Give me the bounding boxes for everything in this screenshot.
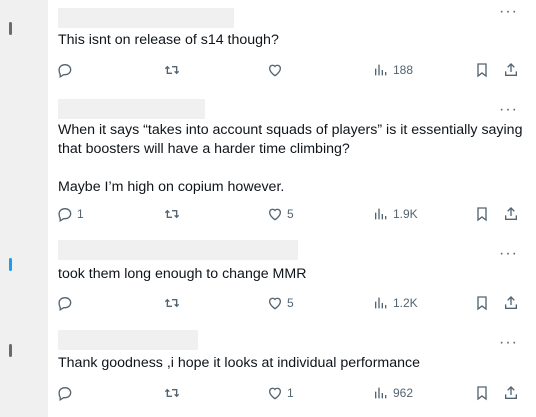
views-button[interactable]: 1.2K [373, 295, 418, 311]
thread-marker [9, 344, 12, 357]
share-icon [505, 207, 517, 220]
reply-count: 1 [77, 207, 84, 221]
views-icon [375, 297, 387, 309]
retweet-icon [164, 298, 180, 308]
redacted-author-header [58, 330, 198, 350]
reply-icon [58, 63, 72, 78]
reply-icon [58, 207, 72, 222]
retweet-button[interactable] [164, 385, 184, 401]
view-count: 1.2K [393, 296, 418, 310]
reply-icon [58, 296, 72, 311]
like-count: 5 [287, 296, 294, 310]
share-icon [505, 296, 517, 309]
bookmark-button[interactable] [474, 206, 490, 222]
thread-marker [9, 22, 12, 35]
redacted-author-header [58, 99, 205, 119]
share-button[interactable] [503, 206, 519, 222]
tweet[interactable]: ··· Thank goodness ,i hope it looks at i… [48, 323, 532, 417]
more-options-button[interactable]: ··· [499, 102, 518, 118]
bookmark-icon [477, 296, 487, 311]
view-count: 962 [393, 386, 414, 400]
bookmark-button[interactable] [474, 62, 490, 78]
like-icon [268, 208, 282, 221]
bookmark-icon [477, 386, 487, 401]
views-icon [375, 387, 387, 399]
retweet-icon [164, 388, 180, 398]
like-button[interactable]: 5 [267, 206, 294, 222]
redacted-author-header [58, 240, 298, 260]
retweet-icon [164, 65, 180, 75]
tweet[interactable]: ··· took them long enough to change MMR … [48, 234, 532, 324]
tweet-text: This isnt on release of s14 though? [58, 32, 279, 48]
tweet-text: took them long enough to change MMR [58, 266, 307, 282]
share-button[interactable] [503, 62, 519, 78]
more-options-button[interactable]: ··· [499, 335, 518, 351]
retweet-button[interactable] [164, 295, 184, 311]
like-icon [268, 297, 282, 310]
retweet-button[interactable] [164, 62, 184, 78]
more-options-button[interactable]: ··· [499, 4, 518, 20]
reply-icon [58, 386, 72, 401]
share-icon [505, 63, 517, 76]
reply-button[interactable] [57, 62, 77, 78]
reply-button[interactable]: 1 [57, 206, 84, 222]
tweet-text: Thank goodness ,i hope it looks at indiv… [58, 355, 420, 371]
tweet[interactable]: ··· When it says “takes into account squ… [48, 90, 532, 235]
views-button[interactable]: 962 [373, 385, 413, 401]
retweet-icon [164, 209, 180, 219]
left-sidebar-strip [0, 0, 48, 417]
views-button[interactable]: 1.9K [373, 206, 418, 222]
views-button[interactable]: 188 [373, 62, 413, 78]
more-options-button[interactable]: ··· [499, 246, 518, 262]
views-icon [375, 64, 387, 76]
like-icon [268, 64, 282, 77]
like-count: 1 [287, 386, 294, 400]
share-button[interactable] [503, 295, 519, 311]
like-button[interactable]: 5 [267, 295, 294, 311]
bookmark-button[interactable] [474, 295, 490, 311]
like-icon [268, 387, 282, 400]
like-button[interactable] [267, 62, 287, 78]
bookmark-icon [477, 63, 487, 78]
tweet-text: When it says “takes into account squads … [58, 122, 523, 195]
view-count: 1.9K [393, 207, 418, 221]
share-icon [505, 386, 517, 399]
retweet-button[interactable] [164, 206, 184, 222]
thread-marker [9, 258, 12, 271]
like-count: 5 [287, 207, 294, 221]
tweet[interactable]: ··· This isnt on release of s14 though? … [48, 0, 532, 91]
reply-button[interactable] [57, 295, 77, 311]
bookmark-button[interactable] [474, 385, 490, 401]
reply-button[interactable] [57, 385, 77, 401]
redacted-author-header [58, 8, 234, 28]
view-count: 188 [393, 63, 414, 77]
like-button[interactable]: 1 [267, 385, 294, 401]
views-icon [375, 208, 387, 220]
bookmark-icon [477, 207, 487, 222]
share-button[interactable] [503, 385, 519, 401]
